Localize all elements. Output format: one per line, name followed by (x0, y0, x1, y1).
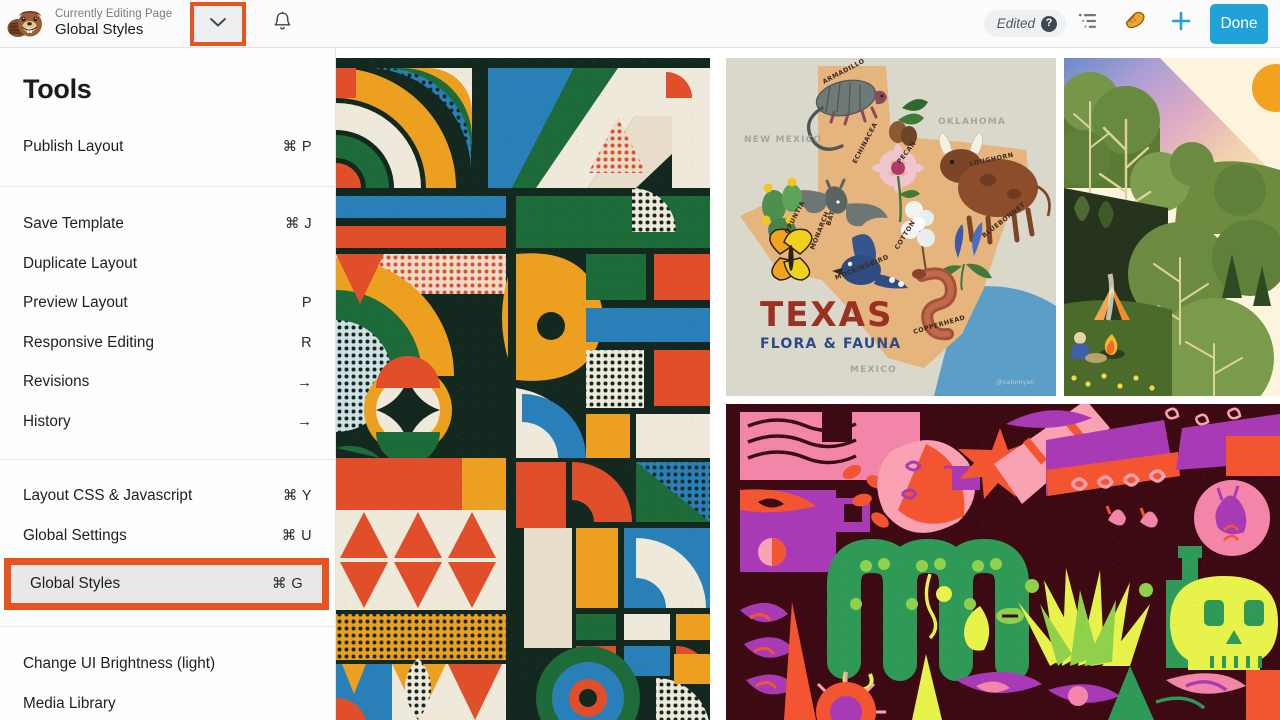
menu-item-label: Global Styles (30, 574, 121, 592)
menu-item-responsive-editing[interactable]: Responsive Editing R (0, 323, 335, 363)
svg-text:NEW MEXICO: NEW MEXICO (744, 135, 822, 145)
menu-item-global-styles[interactable]: Global Styles ⌘ G (11, 564, 322, 603)
outline-list-icon (1078, 12, 1100, 35)
menu-item-label: Preview Layout (23, 294, 128, 312)
edited-label: Edited (996, 16, 1035, 31)
tools-menu-panel: Tools Publish Layout ⌘ P Save Template ⌘… (0, 48, 336, 720)
notifications-button[interactable] (260, 2, 304, 46)
menu-item-accelerator: ⌘ Y (282, 488, 312, 505)
menu-item-global-settings[interactable]: Global Settings ⌘ U (0, 516, 335, 556)
forest-camping-illustration[interactable] (1064, 58, 1280, 396)
editing-label: Currently Editing Page (55, 8, 173, 21)
menu-item-label: Layout CSS & Javascript (23, 487, 193, 505)
arrow-right-icon: → (297, 373, 312, 391)
svg-text:MEXICO: MEXICO (850, 365, 897, 375)
trowel-icon (1122, 9, 1148, 38)
menu-item-accelerator: ⌘ U (281, 527, 312, 544)
menu-item-accelerator: ⌘ G (271, 575, 303, 592)
question-mark-icon[interactable]: ? (1041, 15, 1057, 32)
editing-title: Global Styles (55, 21, 144, 39)
menu-item-change-ui-brightness[interactable]: Change UI Brightness (light) (0, 645, 335, 685)
chevron-down-button[interactable] (194, 5, 243, 42)
chevron-down-highlight (190, 1, 247, 46)
toolbar-actions: Edited ? Done (983, 0, 1280, 47)
top-toolbar: Currently Editing Page Global Styles Edi… (0, 0, 1280, 48)
editing-text-block: Currently Editing Page Global Styles (55, 8, 172, 39)
arrow-right-icon: → (297, 413, 312, 431)
menu-item-label: History (23, 412, 71, 430)
status-badge[interactable]: Edited ? (983, 10, 1066, 37)
menu-item-accelerator: P (301, 295, 312, 312)
svg-text:OKLAHOMA: OKLAHOMA (938, 117, 1006, 127)
menu-item-accelerator: ⌘ J (285, 216, 312, 233)
svg-text:FLORA & FAUNA: FLORA & FAUNA (760, 336, 901, 352)
bell-icon (273, 11, 292, 37)
add-module-button[interactable] (1158, 2, 1204, 46)
done-button[interactable]: Done (1210, 3, 1268, 44)
menu-item-preview-layout[interactable]: Preview Layout P (0, 284, 335, 324)
texas-flora-fauna-map[interactable]: NEW MEXICO OKLAHOMA MEXICO ARMADILLO ECH… (726, 58, 1056, 396)
menu-item-save-template[interactable]: Save Template ⌘ J (0, 205, 335, 245)
page-title: Tools (23, 74, 92, 104)
menu-item-label: Revisions (23, 373, 90, 391)
plus-icon (1169, 9, 1193, 38)
menu-group-styles: Layout CSS & Javascript ⌘ Y Global Setti… (0, 460, 335, 626)
menu-item-layout-css-javascript[interactable]: Layout CSS & Javascript ⌘ Y (0, 477, 335, 517)
menu-item-label: Media Library (23, 694, 116, 712)
menu-group-publish: Publish Layout ⌘ P (0, 105, 335, 186)
menu-item-label: Change UI Brightness (light) (23, 655, 216, 673)
chevron-down-icon (209, 15, 227, 33)
menu-item-label: Responsive Editing (23, 333, 154, 351)
beaver-logo-icon (6, 5, 46, 43)
outline-panel-button[interactable] (1066, 2, 1112, 46)
menu-item-revisions[interactable]: Revisions → (0, 363, 335, 403)
menu-group-layout: Save Template ⌘ J Duplicate Layout Previ… (0, 187, 335, 459)
menu-item-publish-layout[interactable]: Publish Layout ⌘ P (0, 127, 335, 167)
menu-item-accelerator: R (301, 334, 312, 351)
menu-item-duplicate-layout[interactable]: Duplicate Layout (0, 244, 335, 284)
tools-button[interactable] (1112, 2, 1158, 46)
menu-item-label: Duplicate Layout (23, 254, 137, 272)
brand-block[interactable]: Currently Editing Page Global Styles (0, 0, 182, 47)
menu-group-misc: Change UI Brightness (light) Media Libra… (0, 627, 335, 720)
menu-item-label: Global Settings (23, 526, 127, 544)
geometric-mosaic-illustration[interactable] (336, 58, 710, 720)
menu-item-label: Save Template (23, 215, 124, 233)
neon-pattern-illustration[interactable] (726, 404, 1280, 720)
svg-text:TEXAS: TEXAS (760, 295, 893, 335)
menu-item-accelerator: ⌘ P (282, 138, 312, 155)
menu-item-history[interactable]: History → (0, 402, 335, 442)
global-styles-highlight: Global Styles ⌘ G (4, 557, 329, 610)
menu-item-label: Publish Layout (23, 137, 124, 155)
svg-text:@valumyan: @valumyan (996, 378, 1035, 386)
menu-item-media-library[interactable]: Media Library (0, 684, 335, 720)
